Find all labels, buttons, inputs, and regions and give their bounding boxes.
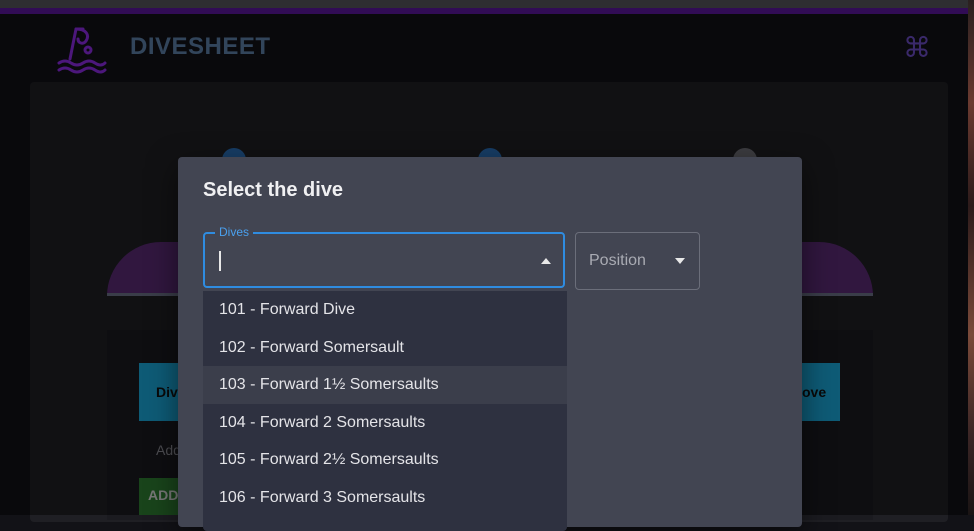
background-image-edge [968, 0, 974, 515]
dive-option-highlighted[interactable]: 103 - Forward 1½ Somersaults [203, 366, 567, 404]
dive-option[interactable]: 102 - Forward Somersault [203, 329, 567, 367]
dive-option[interactable]: 106 - Forward 3 Somersaults [203, 479, 567, 517]
dives-field-label: Dives [215, 225, 254, 239]
chevron-up-icon[interactable] [541, 258, 551, 264]
position-placeholder: Position [589, 252, 646, 269]
dive-option[interactable]: 105 - Forward 2½ Somersaults [203, 441, 567, 479]
dives-autocomplete[interactable]: Dives [203, 225, 565, 288]
dive-option[interactable]: 104 - Forward 2 Somersaults [203, 404, 567, 442]
select-dive-dialog: Select the dive Dives Position 101 - For… [178, 157, 802, 531]
chevron-down-icon[interactable] [675, 258, 685, 264]
text-cursor [219, 251, 221, 271]
dives-options-list: 101 - Forward Dive 102 - Forward Somersa… [203, 291, 567, 531]
dialog-title: Select the dive [203, 179, 344, 201]
position-select[interactable]: Position [575, 232, 700, 290]
dive-option[interactable]: 101 - Forward Dive [203, 291, 567, 329]
